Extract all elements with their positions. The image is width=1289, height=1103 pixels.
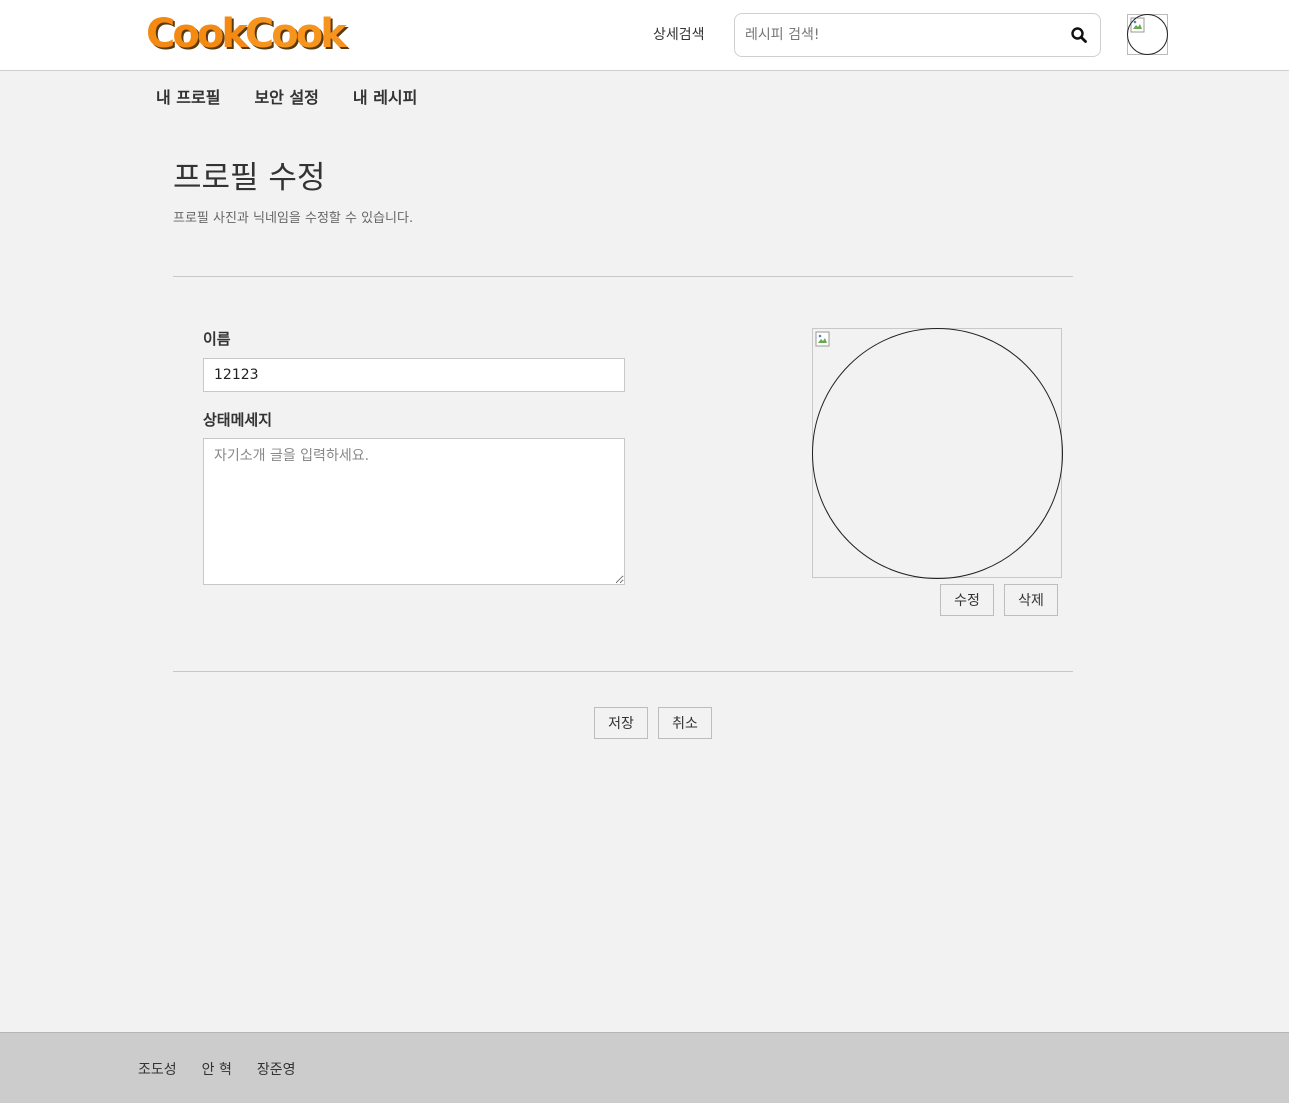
search-icon[interactable]	[1070, 26, 1088, 44]
status-message-label: 상태메세지	[203, 411, 273, 429]
subnav-item-my-recipes[interactable]: 내 레시피	[353, 84, 417, 108]
top-divider	[173, 276, 1073, 277]
cookcook-logo[interactable]: Cook Cook	[146, 10, 347, 58]
profile-photo	[812, 328, 1063, 579]
footer-name: 장준영	[256, 1062, 296, 1078]
avatar-circle	[1127, 14, 1168, 55]
broken-image-icon	[815, 331, 830, 347]
status-message-field[interactable]	[203, 438, 625, 585]
top-header: Cook Cook 상세검색	[0, 0, 1289, 71]
footer-names: 조도성 안 혁 장준영	[138, 1059, 321, 1079]
footer: 조도성 안 혁 장준영	[0, 1032, 1289, 1103]
page-description: 프로필 사진과 닉네임을 수정할 수 있습니다.	[173, 211, 414, 226]
footer-name: 조도성	[138, 1062, 177, 1078]
save-button[interactable]: 저장	[594, 707, 648, 739]
profile-photo-circle	[812, 328, 1063, 579]
profile-subnav: 내 프로필 보안 설정 내 레시피	[156, 84, 451, 108]
search-input[interactable]	[745, 14, 1065, 56]
logo-part-2: Cook	[244, 11, 347, 57]
detail-search-link[interactable]: 상세검색	[653, 24, 705, 44]
bottom-divider	[173, 671, 1073, 672]
name-field[interactable]	[203, 358, 625, 392]
subnav-item-security[interactable]: 보안 설정	[254, 84, 318, 108]
photo-edit-button[interactable]: 수정	[940, 584, 994, 616]
user-avatar[interactable]	[1127, 14, 1168, 55]
name-label: 이름	[203, 330, 231, 348]
page-title: 프로필 수정	[173, 160, 326, 196]
footer-name: 안 혁	[201, 1062, 232, 1078]
logo-part-1: Cook	[146, 11, 248, 57]
search-box	[734, 13, 1101, 57]
subnav-item-my-profile[interactable]: 내 프로필	[156, 84, 220, 108]
photo-delete-button[interactable]: 삭제	[1004, 584, 1058, 616]
cancel-button[interactable]: 취소	[658, 707, 712, 739]
